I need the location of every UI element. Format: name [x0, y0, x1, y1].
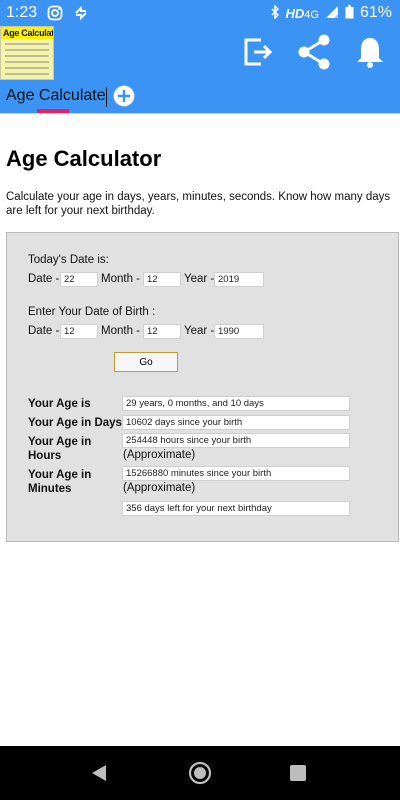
- hours-label-line2: Hours: [28, 450, 62, 462]
- recent-apps-icon[interactable]: [290, 765, 306, 781]
- minutes-label-line1: Your Age in: [28, 469, 92, 481]
- battery-percent: 61%: [359, 4, 392, 21]
- today-heading: Today's Date is:: [28, 254, 109, 266]
- back-icon[interactable]: [90, 764, 108, 787]
- birthday-result-field[interactable]: 356 days left for your next birthday: [122, 501, 350, 516]
- days-result-field[interactable]: 10602 days since your birth: [122, 415, 350, 430]
- tab-bar-border: [0, 113, 400, 114]
- today-date-input[interactable]: [60, 272, 98, 287]
- go-button[interactable]: Go: [114, 352, 178, 372]
- add-tab-icon[interactable]: [113, 85, 135, 107]
- page-title: Age Calculator: [6, 146, 162, 171]
- minutes-label-line2: Minutes: [28, 483, 72, 495]
- minutes-result-field[interactable]: 15266880 minutes since your birth: [122, 466, 350, 481]
- hours-approx-note: (Approximate): [123, 449, 196, 461]
- app-logo: Age Calculator: [0, 26, 54, 80]
- instagram-icon: [47, 5, 63, 21]
- status-time: 1:23: [6, 4, 38, 21]
- dob-date-input[interactable]: [60, 324, 98, 339]
- days-label: Your Age in Days: [28, 417, 122, 429]
- battery-icon: [345, 4, 354, 22]
- age-result-field[interactable]: 29 years, 0 months, and 10 days: [122, 396, 350, 411]
- dob-heading: Enter Your Date of Birth :: [28, 306, 156, 318]
- hours-result-field[interactable]: 254448 hours since your birth: [122, 433, 350, 448]
- minutes-approx-note: (Approximate): [123, 482, 196, 494]
- network-label: HD4G: [285, 5, 319, 21]
- dob-year-label: Year -: [184, 325, 215, 337]
- exit-icon[interactable]: [240, 32, 276, 72]
- today-year-label: Year -: [184, 273, 215, 285]
- sync-icon: [73, 5, 89, 21]
- today-year-input[interactable]: [214, 272, 264, 287]
- dob-date-label: Date -: [28, 325, 60, 337]
- logo-text: Age Calculator: [1, 27, 54, 39]
- today-month-input[interactable]: [143, 272, 181, 287]
- signal-icon: [325, 5, 339, 22]
- bell-icon[interactable]: [352, 32, 388, 72]
- today-date-label: Date -: [28, 273, 60, 285]
- tab-age-calculate[interactable]: Age Calculate: [6, 87, 106, 105]
- age-label: Your Age is: [28, 398, 91, 410]
- dob-month-label: Month -: [101, 325, 140, 337]
- bluetooth-icon: [270, 3, 280, 22]
- app-bar-actions: [240, 32, 388, 72]
- home-icon[interactable]: [188, 761, 212, 790]
- dob-year-input[interactable]: [214, 324, 264, 339]
- tab-divider: [106, 87, 107, 107]
- today-month-label: Month -: [101, 273, 140, 285]
- hours-label-line1: Your Age in: [28, 436, 92, 448]
- page-description: Calculate your age in days, years, minut…: [6, 191, 391, 217]
- share-icon[interactable]: [296, 32, 332, 72]
- status-bar: 1:23 HD4G 61%: [0, 0, 400, 26]
- dob-month-input[interactable]: [143, 324, 181, 339]
